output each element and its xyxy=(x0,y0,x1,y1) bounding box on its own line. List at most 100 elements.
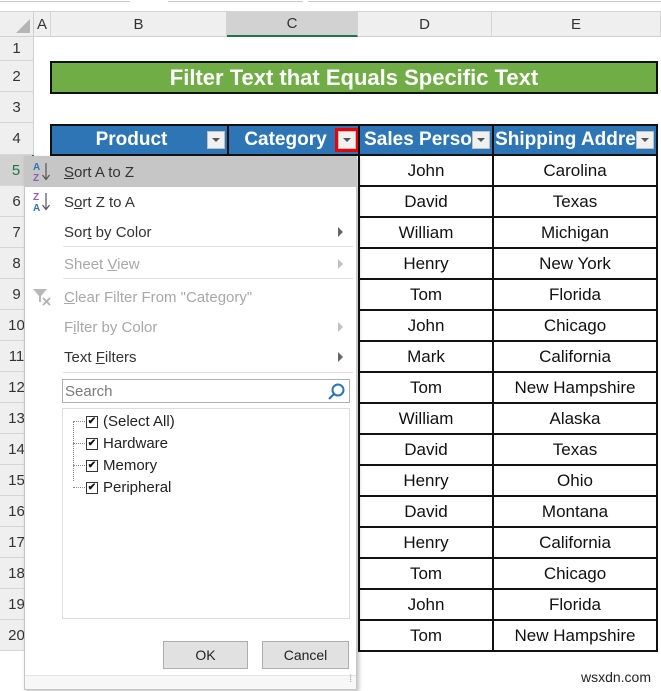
cell-shipping-address[interactable]: Texas xyxy=(492,187,658,218)
formula-bar-area xyxy=(0,0,661,12)
ok-button[interactable]: OK xyxy=(163,641,248,669)
cell-sales-person[interactable]: Tom xyxy=(358,621,492,652)
cell-shipping-address[interactable]: Florida xyxy=(492,590,658,621)
filter-dropdown-shipping-address[interactable] xyxy=(636,131,654,149)
cell-sales-person[interactable]: John xyxy=(358,156,492,187)
clear-filter-icon xyxy=(31,285,53,309)
row-header-4[interactable]: 4 xyxy=(0,123,34,155)
cell-sales-person[interactable]: Tom xyxy=(358,373,492,404)
watermark: wsxdn.com xyxy=(580,669,651,685)
cell-shipping-address[interactable]: Texas xyxy=(492,435,658,466)
cell-sales-person[interactable]: Mark xyxy=(358,342,492,373)
header-shipping-address-label: Shipping Addre xyxy=(495,129,636,150)
cancel-button[interactable]: Cancel xyxy=(262,641,349,669)
cell-shipping-address[interactable]: New York xyxy=(492,249,658,280)
cell-sales-person[interactable]: David xyxy=(358,435,492,466)
checkbox[interactable]: ✔ xyxy=(86,481,98,494)
formula-bar-segment[interactable] xyxy=(168,0,303,2)
cell-shipping-address[interactable]: California xyxy=(492,528,658,559)
menu-item-label: Filter by Color xyxy=(64,319,157,336)
access-key: F xyxy=(95,348,105,366)
cell-sales-person[interactable]: Tom xyxy=(358,559,492,590)
svg-text:A: A xyxy=(33,162,40,173)
column-header-b[interactable]: B xyxy=(51,12,227,37)
menu-separator xyxy=(63,246,353,247)
cell-shipping-address[interactable]: New Hampshire xyxy=(492,373,658,404)
menu-item-label: Sort Z to A xyxy=(64,194,135,211)
access-key: C xyxy=(64,288,75,306)
filter-checkbox-item[interactable]: ✔ Memory xyxy=(73,457,157,474)
sort-z-to-a-icon: ZA xyxy=(31,190,53,214)
filter-dropdown-product[interactable] xyxy=(207,131,225,149)
search-icon xyxy=(328,383,345,400)
cell-sales-person[interactable]: William xyxy=(358,218,492,249)
checkbox[interactable]: ✔ xyxy=(86,437,98,450)
cell-shipping-address[interactable]: Ohio xyxy=(492,466,658,497)
checkbox-label: Hardware xyxy=(103,435,169,452)
cell-shipping-address[interactable]: Michigan xyxy=(492,218,658,249)
column-header-c[interactable]: C xyxy=(227,12,358,37)
submenu-arrow-icon xyxy=(338,227,343,237)
cell-sales-person[interactable]: Henry xyxy=(358,249,492,280)
menu-item-label: Sort by Color xyxy=(64,224,152,241)
row-header-3[interactable]: 3 xyxy=(0,92,34,123)
label-part: Text xyxy=(64,348,96,366)
filter-dropdown-sales-person[interactable] xyxy=(472,131,490,149)
filter-value-list[interactable]: ✔ (Select All) ✔ Hardware ✔ Memory ✔ Peripheral xyxy=(62,408,350,619)
column-header-e[interactable]: E xyxy=(492,12,661,37)
autofilter-menu: A Z Sort A to Z Z A Sort Z to A Sort by Color S… xyxy=(24,156,357,690)
cell-sales-person[interactable]: William xyxy=(358,404,492,435)
cell-shipping-address[interactable]: Alaska xyxy=(492,404,658,435)
cell-sales-person[interactable]: Tom xyxy=(358,280,492,311)
header-product: Product xyxy=(50,124,227,156)
submenu-arrow-icon xyxy=(338,352,343,362)
checkbox[interactable]: ✔ xyxy=(86,415,98,428)
cell-sales-person[interactable]: Henry xyxy=(358,528,492,559)
sheet-title: Filter Text that Equals Specific Text xyxy=(50,61,658,94)
filter-checkbox-item[interactable]: ✔ Hardware xyxy=(73,435,168,452)
menu-item-text-filters[interactable]: Text Filters xyxy=(25,342,356,372)
menu-item-sort-a-to-z[interactable]: A Z Sort A to Z xyxy=(25,157,356,187)
tree-connector xyxy=(73,421,85,422)
menu-item-sort-z-to-a[interactable]: Z A Sort Z to A xyxy=(25,187,356,217)
cell-shipping-address[interactable]: Chicago xyxy=(492,311,658,342)
label-part: ort A to Z xyxy=(74,163,135,181)
label-part: ilters xyxy=(104,348,137,366)
select-all-corner[interactable] xyxy=(0,12,34,37)
resize-grip[interactable] xyxy=(25,674,356,689)
row-header-1[interactable]: 1 xyxy=(0,37,34,61)
header-sales-person: Sales Perso xyxy=(358,124,492,156)
row-header-2[interactable]: 2 xyxy=(0,61,34,92)
filter-checkbox-item[interactable]: ✔ Peripheral xyxy=(73,479,171,496)
svg-text:Z: Z xyxy=(33,192,39,203)
cell-shipping-address[interactable]: Chicago xyxy=(492,559,658,590)
cell-shipping-address[interactable]: Florida xyxy=(492,280,658,311)
cell-shipping-address[interactable]: Montana xyxy=(492,497,658,528)
cell-sales-person[interactable]: David xyxy=(358,187,492,218)
checkbox[interactable]: ✔ xyxy=(86,459,98,472)
tree-connector xyxy=(73,487,85,488)
checkbox-label: Memory xyxy=(103,457,158,474)
cell-sales-person[interactable]: David xyxy=(358,497,492,528)
formula-input[interactable] xyxy=(308,0,661,2)
svg-text:Z: Z xyxy=(33,173,39,184)
menu-item-sort-by-color[interactable]: Sort by Color xyxy=(25,217,356,247)
cell-sales-person[interactable]: John xyxy=(358,590,492,621)
cell-shipping-address[interactable]: California xyxy=(492,342,658,373)
cell-shipping-address[interactable]: New Hampshire xyxy=(492,621,658,652)
tree-connector xyxy=(73,465,85,466)
header-category-label: Category xyxy=(244,129,327,150)
access-key: S xyxy=(64,163,75,181)
menu-item-clear-filter-from-category: Clear Filter From "Category" xyxy=(25,282,356,312)
filter-search-input[interactable]: Search xyxy=(62,379,350,403)
filter-checkbox-item[interactable]: ✔ (Select All) xyxy=(73,413,175,430)
checkbox-label: Peripheral xyxy=(103,479,172,496)
cell-sales-person[interactable]: John xyxy=(358,311,492,342)
filter-dropdown-category[interactable] xyxy=(335,128,358,152)
column-header-a[interactable]: A xyxy=(34,12,51,37)
cell-sales-person[interactable]: Henry xyxy=(358,466,492,497)
cell-shipping-address[interactable]: Carolina xyxy=(492,156,658,187)
header-shipping-address: Shipping Addre xyxy=(492,124,658,156)
column-header-d[interactable]: D xyxy=(358,12,492,37)
name-box[interactable] xyxy=(0,0,130,2)
